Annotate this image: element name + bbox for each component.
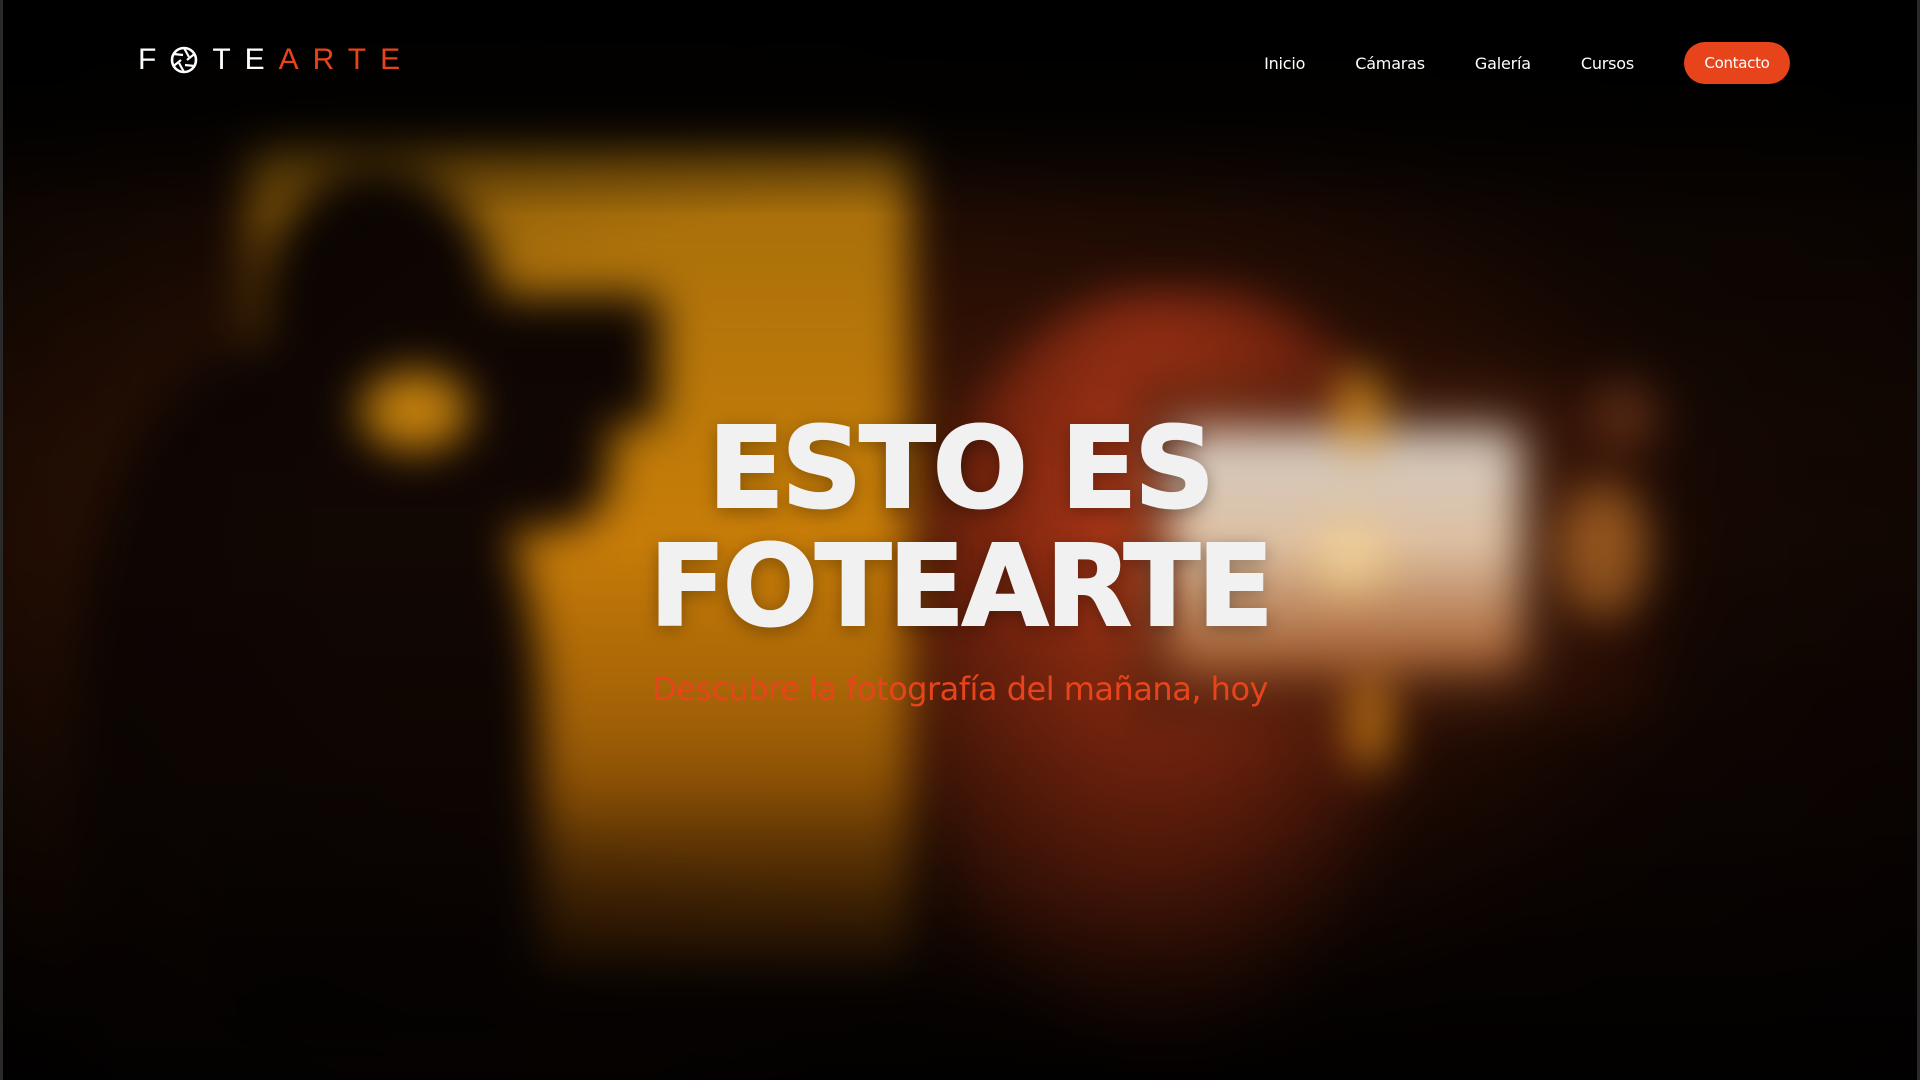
hero-content: ESTO ES FOTEARTE Descubre la fotografía … xyxy=(0,404,1920,708)
hero-title: ESTO ES FOTEARTE xyxy=(0,404,1920,652)
hero-title-line2: FOTEARTE xyxy=(648,522,1274,652)
logo-text-arte: ARTE xyxy=(278,43,415,76)
nav-link-camaras[interactable]: Cámaras xyxy=(1355,54,1425,73)
main-nav: Inicio Cámaras Galería Cursos Contacto xyxy=(1264,42,1790,84)
nav-link-galeria[interactable]: Galería xyxy=(1475,54,1531,73)
logo-text-te: TE xyxy=(212,43,279,76)
site-logo[interactable]: F TE ARTE xyxy=(138,42,414,78)
navbar: F TE ARTE Inicio Cámaras Galería Cursos … xyxy=(0,0,1920,130)
hero-title-line1: ESTO ES xyxy=(707,404,1216,534)
aperture-icon xyxy=(171,46,198,74)
nav-link-cursos[interactable]: Cursos xyxy=(1581,54,1634,73)
logo-text-f: F xyxy=(138,43,171,76)
hero-subtitle: Descubre la fotografía del mañana, hoy xyxy=(652,670,1268,708)
nav-link-inicio[interactable]: Inicio xyxy=(1264,54,1305,73)
contact-button[interactable]: Contacto xyxy=(1684,42,1790,84)
